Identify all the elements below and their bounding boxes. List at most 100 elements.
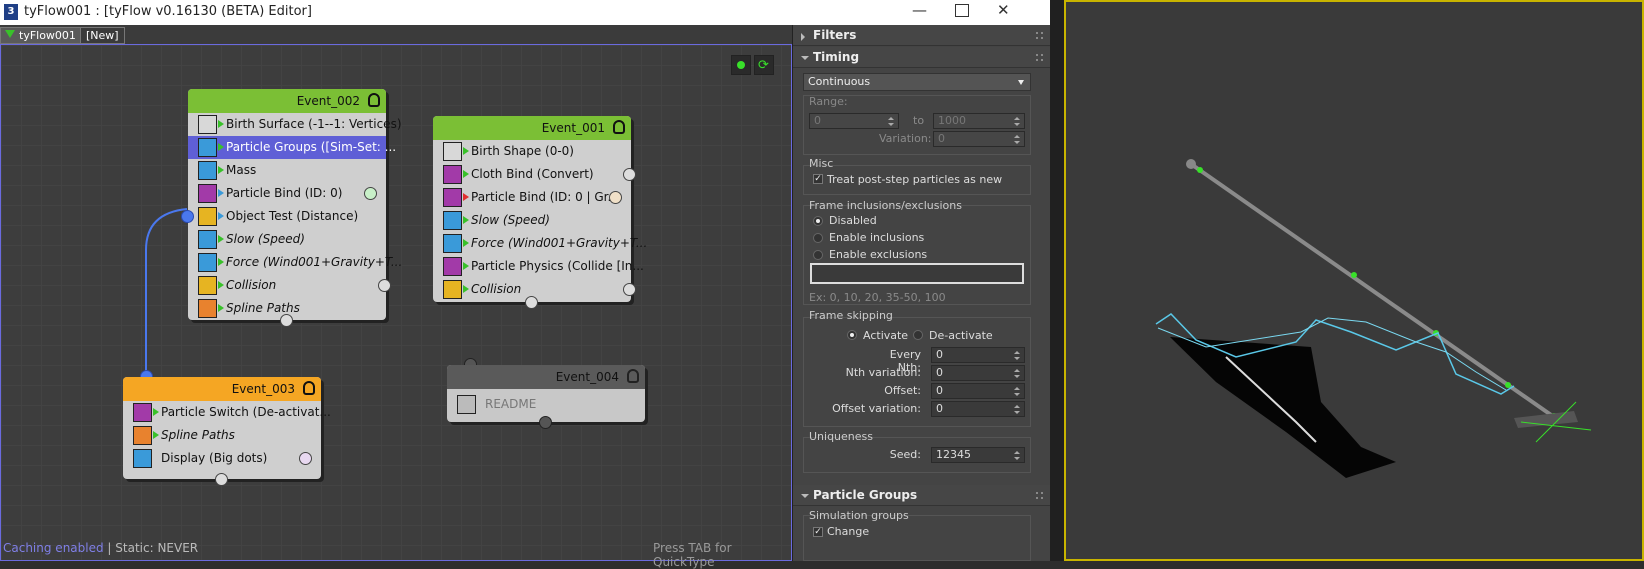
wire-event002-to-event003 xyxy=(145,208,188,375)
offset-field[interactable]: 0 xyxy=(931,383,1025,399)
event-node-event002[interactable]: Event_002 Birth Surface (-1--1: Vertices… xyxy=(181,89,402,327)
display-icon xyxy=(133,449,152,468)
node-output-port[interactable] xyxy=(280,314,293,327)
seed-field[interactable]: 12345 xyxy=(931,447,1025,463)
treat-post-step-label: Treat post-step particles as new xyxy=(827,173,1003,186)
readme-icon xyxy=(457,395,476,414)
cloth-mesh xyxy=(1170,337,1396,478)
frame-skipping-label: Frame skipping xyxy=(809,309,893,322)
output-port[interactable] xyxy=(609,191,622,204)
frames-input[interactable] xyxy=(810,263,1024,284)
maximize-button[interactable] xyxy=(955,4,969,17)
op-label: Birth Surface (-1--1: Vertices) xyxy=(226,117,402,131)
slow-icon xyxy=(443,211,462,230)
nth-variation-field[interactable]: 0 xyxy=(931,365,1025,381)
node-output-port[interactable] xyxy=(525,296,538,309)
op-birth-shape[interactable]: Birth Shape (0-0) xyxy=(433,140,631,163)
output-port[interactable] xyxy=(378,279,391,292)
variation-label: Variation: xyxy=(879,132,932,145)
enable-exclusions-radio[interactable] xyxy=(813,250,823,260)
op-readme[interactable]: README xyxy=(447,389,645,419)
minimize-button[interactable]: — xyxy=(912,1,927,19)
output-port[interactable] xyxy=(364,187,377,200)
disabled-label: Disabled xyxy=(829,214,877,227)
op-particle-bind[interactable]: Particle Bind (ID: 0) xyxy=(188,182,386,205)
op-mass[interactable]: Mass xyxy=(188,159,386,182)
event-header[interactable]: Event_001 xyxy=(433,116,631,140)
op-particle-switch[interactable]: Particle Switch (De-activat... xyxy=(123,401,331,424)
lightbulb-icon[interactable] xyxy=(627,369,639,383)
every-nth-field[interactable]: 0 xyxy=(931,347,1025,363)
op-label: Slow (Speed) xyxy=(471,213,550,227)
blue-arrow-icon xyxy=(218,212,224,220)
timing-mode-select[interactable]: Continuous xyxy=(803,73,1031,91)
offset-label: Offset: xyxy=(884,384,921,397)
treat-post-step-checkbox[interactable]: ✓ xyxy=(813,174,823,184)
lightbulb-icon[interactable] xyxy=(303,381,315,395)
op-label: Spline Paths xyxy=(226,301,300,315)
3d-viewport[interactable] xyxy=(1050,0,1644,561)
disabled-radio[interactable] xyxy=(813,216,823,226)
particle-bind-icon xyxy=(198,184,217,203)
op-display[interactable]: Display (Big dots) xyxy=(123,447,321,470)
event-node-event001[interactable]: Event_001 Birth Shape (0-0) Cloth Bind (… xyxy=(433,116,647,309)
offset-variation-field[interactable]: 0 xyxy=(931,401,1025,417)
tab-new[interactable]: [New] xyxy=(80,27,125,44)
tab-tyflow001[interactable]: tyFlow001 xyxy=(0,27,82,44)
rollout-filters[interactable]: Filters xyxy=(793,25,1051,46)
rollout-particle-groups[interactable]: Particle Groups xyxy=(793,485,1051,506)
change-checkbox[interactable]: ✓ xyxy=(813,527,823,537)
node-output-port[interactable] xyxy=(539,416,552,429)
output-port[interactable] xyxy=(299,452,312,465)
output-port[interactable] xyxy=(623,168,636,181)
activate-radio[interactable] xyxy=(847,330,857,340)
op-label: Display (Big dots) xyxy=(161,451,268,465)
op-label: Collision xyxy=(471,282,522,296)
test-output-port[interactable] xyxy=(181,210,194,223)
seed-label: Seed: xyxy=(889,448,921,461)
op-object-test[interactable]: Object Test (Distance) xyxy=(181,205,386,228)
op-slow[interactable]: Slow (Speed) xyxy=(433,209,631,232)
event-node-event003[interactable]: Event_003 Particle Switch (De-activat...… xyxy=(123,370,331,486)
variation-field[interactable]: 0 xyxy=(933,131,1025,147)
birth-shape-icon xyxy=(443,142,462,161)
grip-icon xyxy=(1036,492,1043,499)
op-label: README xyxy=(485,397,537,411)
node-output-port[interactable] xyxy=(215,473,228,486)
lightbulb-icon[interactable] xyxy=(613,120,625,134)
op-particle-physics[interactable]: Particle Physics (Collide [In... xyxy=(433,255,644,278)
window-title: tyFlow001 : [tyFlow v0.16130 (BETA) Edit… xyxy=(24,4,312,19)
blue-arrow-icon xyxy=(218,189,224,197)
green-arrow-icon xyxy=(463,147,469,155)
op-force[interactable]: Force (Wind001+Gravity+T... xyxy=(188,251,402,274)
op-force[interactable]: Force (Wind001+Gravity+T... xyxy=(433,232,647,255)
op-spline-paths[interactable]: Spline Paths xyxy=(123,424,321,447)
misc-label: Misc xyxy=(809,157,834,170)
range-to-field[interactable]: 1000 xyxy=(933,113,1025,129)
event-title: Event_001 xyxy=(541,121,605,135)
flow-graph-canvas[interactable]: ⟳ Event_002 Birth Surface (-1--1: Vertic… xyxy=(0,44,792,569)
op-label: Particle Groups ([Sim-Set: ... xyxy=(226,140,397,154)
tab-label: tyFlow001 xyxy=(19,29,76,42)
range-from-field[interactable]: 0 xyxy=(809,113,899,129)
op-particle-bind[interactable]: Particle Bind (ID: 0 | Gr... xyxy=(433,186,631,209)
op-slow[interactable]: Slow (Speed) xyxy=(188,228,386,251)
op-particle-groups[interactable]: Particle Groups ([Sim-Set: ... xyxy=(188,136,396,159)
op-collision[interactable]: Collision xyxy=(188,274,391,297)
rollout-timing[interactable]: Timing xyxy=(793,47,1051,68)
close-icon[interactable]: ✕ xyxy=(997,1,1010,19)
op-birth-surface[interactable]: Birth Surface (-1--1: Vertices) xyxy=(188,113,402,136)
lightbulb-icon[interactable] xyxy=(368,93,380,107)
deactivate-radio[interactable] xyxy=(913,330,923,340)
output-port[interactable] xyxy=(623,283,636,296)
activate-label: Activate xyxy=(863,329,909,342)
grip-icon xyxy=(1036,54,1043,61)
event-header[interactable]: Event_002 xyxy=(188,89,386,113)
event-node-event004[interactable]: Event_004 README xyxy=(447,358,645,429)
viewport-frame[interactable] xyxy=(1064,0,1644,561)
enable-inclusions-radio[interactable] xyxy=(813,233,823,243)
event-header[interactable]: Event_004 xyxy=(447,365,645,389)
event-header[interactable]: Event_003 xyxy=(123,377,321,401)
green-arrow-icon xyxy=(218,281,224,289)
op-cloth-bind[interactable]: Cloth Bind (Convert) xyxy=(433,163,636,186)
